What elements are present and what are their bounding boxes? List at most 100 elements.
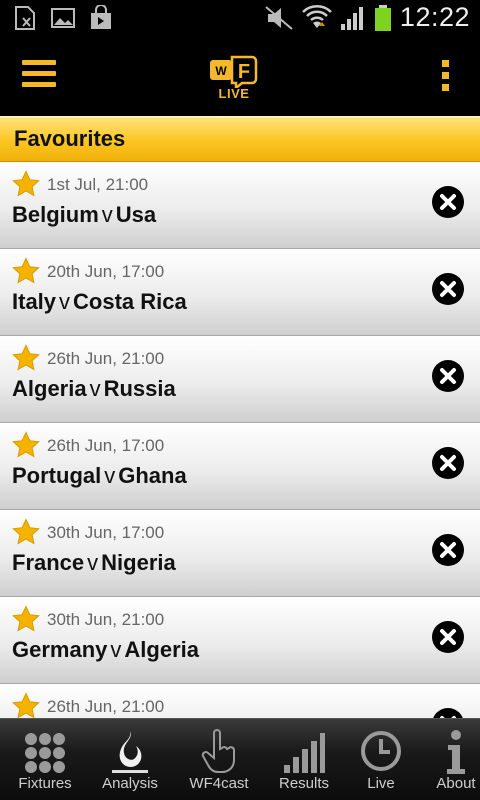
tab-about[interactable]: About	[416, 719, 480, 800]
remove-favourite-button[interactable]	[432, 534, 464, 566]
versus-label: v	[89, 376, 101, 401]
grid-dots-icon	[23, 727, 67, 775]
tab-label: Results	[278, 775, 330, 792]
match-title: Portugal v Ghana	[12, 463, 187, 489]
app-bar: W F LIVE	[0, 38, 480, 116]
away-team: Costa Rica	[73, 289, 187, 314]
home-team: Italy	[12, 289, 57, 314]
close-icon	[432, 534, 464, 570]
wf-logo-icon: W F	[210, 55, 258, 91]
status-bar: 12:22	[0, 0, 480, 38]
home-team: Portugal	[12, 463, 102, 488]
match-date: 26th Jun, 21:00	[47, 697, 165, 716]
gallery-icon	[51, 8, 75, 28]
match-date: 30th Jun, 17:00	[47, 523, 165, 542]
away-team: Nigeria	[101, 550, 176, 575]
remove-favourite-button[interactable]	[432, 447, 464, 479]
tab-label: WF4cast	[189, 775, 249, 792]
star-icon[interactable]	[12, 431, 40, 459]
favourites-header: Favourites	[0, 116, 480, 162]
tab-label: About	[436, 775, 476, 792]
home-team: Germany	[12, 637, 108, 662]
tab-live[interactable]: Live	[341, 719, 421, 800]
versus-label: v	[101, 202, 113, 227]
match-title: Algeria v Russia	[12, 376, 176, 402]
favourite-row[interactable]: 1st Jul, 21:00 Belgium v Usa	[0, 162, 480, 249]
remove-favourite-button[interactable]	[432, 360, 464, 392]
favourite-row[interactable]: 26th Jun, 21:00v	[0, 684, 480, 718]
away-team: Usa	[115, 202, 157, 227]
battery-icon	[374, 4, 391, 31]
close-icon	[432, 273, 464, 309]
svg-text:W: W	[215, 64, 227, 78]
close-icon	[432, 447, 464, 483]
close-icon	[432, 621, 464, 657]
tab-label: Analysis	[102, 775, 158, 792]
menu-icon	[22, 60, 56, 65]
versus-label: v	[59, 289, 71, 314]
remove-favourite-button[interactable]	[432, 621, 464, 653]
favourite-row[interactable]: 26th Jun, 21:00 Algeria v Russia	[0, 336, 480, 423]
star-icon[interactable]	[12, 605, 40, 633]
star-icon[interactable]	[12, 344, 40, 372]
tab-wf4cast[interactable]: WF4cast	[179, 719, 259, 800]
favourites-list[interactable]: 1st Jul, 21:00 Belgium v Usa 20th Jun, 17:00…	[0, 162, 480, 718]
versus-label: v	[110, 637, 122, 662]
app-logo: W F LIVE	[208, 54, 260, 101]
tab-label: Fixtures	[18, 775, 72, 792]
menu-button[interactable]	[22, 60, 56, 94]
bottom-tab-bar: Fixtures Analysis WF4cast Results Live About	[0, 718, 480, 800]
logo-live-label: LIVE	[218, 86, 250, 101]
info-icon	[434, 727, 478, 775]
remove-favourite-button[interactable]	[432, 273, 464, 305]
match-date: 26th Jun, 21:00	[47, 349, 165, 368]
versus-label: v	[104, 463, 116, 488]
star-icon[interactable]	[12, 257, 40, 285]
remove-favourite-button[interactable]	[432, 708, 464, 718]
away-team: Russia	[103, 376, 176, 401]
match-date: 30th Jun, 21:00	[47, 610, 165, 629]
match-date: 1st Jul, 21:00	[47, 175, 149, 194]
star-icon[interactable]	[12, 692, 40, 718]
active-tab-indicator	[112, 770, 148, 773]
away-team: Algeria	[124, 637, 199, 662]
home-team: Algeria	[12, 376, 87, 401]
match-title: Germany v Algeria	[12, 637, 199, 663]
star-icon[interactable]	[12, 518, 40, 546]
favourite-row[interactable]: 30th Jun, 21:00 Germany v Algeria	[0, 597, 480, 684]
flame-icon	[108, 727, 152, 775]
signal-icon	[340, 6, 363, 30]
tab-label: Live	[367, 775, 395, 792]
tab-analysis[interactable]: Analysis	[90, 719, 170, 800]
home-team: France	[12, 550, 85, 575]
more-vert-icon	[442, 60, 449, 67]
svg-text:F: F	[238, 61, 250, 83]
favourite-row[interactable]: 26th Jun, 17:00 Portugal v Ghana	[0, 423, 480, 510]
hand-pointer-icon	[197, 727, 241, 775]
match-title: Italy v Costa Rica	[12, 289, 187, 315]
close-icon	[432, 360, 464, 396]
match-title: Belgium v Usa	[12, 202, 156, 228]
star-icon[interactable]	[12, 170, 40, 198]
favourite-row[interactable]: 30th Jun, 17:00 France v Nigeria	[0, 510, 480, 597]
match-title: France v Nigeria	[12, 550, 176, 576]
match-date: 20th Jun, 17:00	[47, 262, 165, 281]
section-title: Favourites	[14, 126, 126, 151]
match-date: 26th Jun, 17:00	[47, 436, 165, 455]
home-team: Belgium	[12, 202, 99, 227]
shopping-bag-icon	[91, 5, 111, 29]
wifi-icon	[302, 4, 332, 28]
tab-results[interactable]: Results	[264, 719, 344, 800]
versus-label: v	[87, 550, 99, 575]
mute-icon	[265, 5, 293, 30]
close-icon	[432, 186, 464, 222]
signal-bars-icon	[282, 727, 326, 775]
away-team: Ghana	[118, 463, 187, 488]
overflow-menu-button[interactable]	[442, 60, 452, 94]
clock-icon	[359, 727, 403, 775]
favourite-row[interactable]: 20th Jun, 17:00 Italy v Costa Rica	[0, 249, 480, 336]
tab-fixtures[interactable]: Fixtures	[5, 719, 85, 800]
sim-card-icon	[15, 6, 35, 30]
clock-time: 12:22	[399, 2, 470, 32]
remove-favourite-button[interactable]	[432, 186, 464, 218]
